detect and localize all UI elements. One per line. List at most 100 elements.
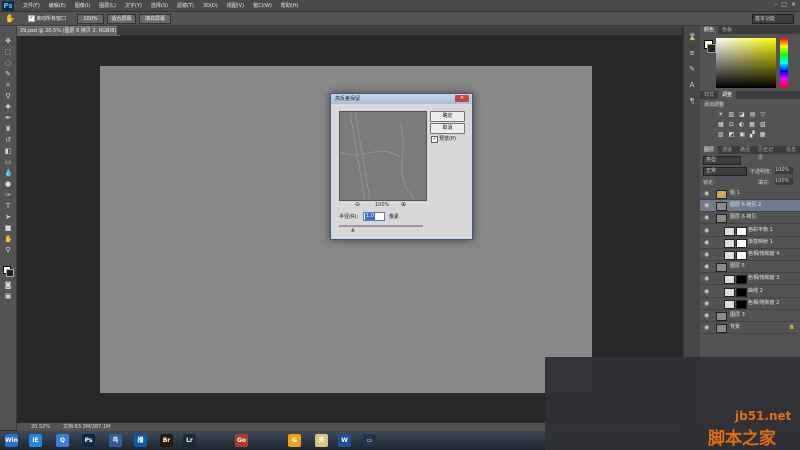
taskbar-app-icon[interactable]: 播 [134,434,147,447]
properties-panel-icon[interactable]: ≡ [688,50,696,57]
pen-tool-icon[interactable]: ✑ [4,192,12,199]
zoom-100-button[interactable]: 100% [77,14,104,24]
tab-info[interactable]: 信息 [782,146,800,154]
radius-slider-thumb[interactable]: ▲ [351,227,355,233]
quick-mask-icon[interactable]: ◙ [4,282,12,289]
adjustment-icons[interactable]: ☀▥◪▤▽ ▦⚖◐▩▧ ▨◩▣▞▦ [718,110,793,140]
layer-row[interactable]: ◉ 组 1 [700,188,800,200]
taskbar-app-icon[interactable]: IE [29,434,42,447]
visibility-eye-icon[interactable]: ◉ [704,200,709,211]
layer-row[interactable]: ◉ 图层 6 拷贝 [700,212,800,225]
visibility-eye-icon[interactable]: ◉ [704,273,709,284]
menu-view[interactable]: 视图(V) [227,2,244,9]
taskbar-app-icon[interactable]: Q [56,434,69,447]
move-tool-icon[interactable]: ✥ [4,38,12,45]
layer-row[interactable]: ◉ 色相/饱和度 3 [700,273,800,286]
visibility-eye-icon[interactable]: ◉ [704,188,709,199]
visibility-eye-icon[interactable]: ◉ [704,237,709,248]
layer-row[interactable]: ◉ 背景 🔒 [700,322,800,335]
workspace-select[interactable]: 基本功能 [752,14,794,24]
radius-input[interactable]: 1.0 [363,212,385,221]
tab-adjustments[interactable]: 调整 [718,91,737,99]
visibility-eye-icon[interactable]: ◉ [704,249,709,260]
menu-image[interactable]: 图像(I) [75,2,90,9]
zoom-out-icon[interactable]: ⊖ [355,201,360,208]
crop-tool-icon[interactable]: ⌗ [4,82,12,89]
path-select-tool-icon[interactable]: ➤ [4,214,12,221]
layer-kind-filter[interactable]: 类型 [703,156,741,165]
fill-screen-button[interactable]: 填充屏幕 [139,14,171,24]
minimize-icon[interactable]: – [774,1,777,8]
brush-panel-icon[interactable]: ✎ [688,66,696,73]
layer-row[interactable]: ◉ 色相/饱和度 2 [700,297,800,310]
taskbar-app-icon[interactable]: 鸟 [109,434,122,447]
taskbar-app-icon[interactable]: Br [160,434,173,447]
preview-checkbox[interactable]: ✓ [431,136,438,143]
color-field[interactable] [716,38,776,88]
tab-history[interactable]: 历史记录 [754,146,782,161]
menu-filter[interactable]: 滤镜(T) [177,2,194,9]
zoom-in-icon[interactable]: ⊕ [401,201,406,208]
blend-mode-select[interactable]: 正常 [703,167,747,176]
blur-tool-icon[interactable]: 💧 [4,170,13,177]
layer-row[interactable]: ◉ 曲线 2 [700,285,800,298]
taskbar-app-icon[interactable]: ▭ [363,434,376,447]
tab-swatches[interactable]: 色板 [718,26,736,34]
taskbar-app-icon[interactable]: G [288,434,301,447]
document-tab[interactable]: 29.psd @ 20.5% (图层 6 拷贝 2, RGB/8) * [17,26,120,43]
eyedropper-tool-icon[interactable]: ⚲ [4,93,12,100]
menu-layer[interactable]: 图层(L) [99,2,116,9]
maximize-icon[interactable]: □ [781,1,787,8]
history-brush-tool-icon[interactable]: ↺ [4,137,12,144]
tab-channels[interactable]: 通道 [718,146,736,154]
visibility-eye-icon[interactable]: ◉ [704,212,709,223]
eraser-tool-icon[interactable]: ◧ [4,148,12,155]
visibility-eye-icon[interactable]: ◉ [704,225,709,236]
layer-row[interactable]: ◉ 图层 3 [700,310,800,322]
brush-tool-icon[interactable]: ✒ [4,115,12,122]
healing-tool-icon[interactable]: ✚ [4,104,12,111]
text-tool-icon[interactable]: T [4,203,12,210]
tab-color[interactable]: 颜色 [700,26,719,34]
fit-screen-button[interactable]: 适合屏幕 [107,14,136,24]
fill-field[interactable]: 100% [775,178,793,185]
visibility-eye-icon[interactable]: ◉ [704,286,709,297]
visibility-eye-icon[interactable]: ◉ [704,310,709,321]
layer-row[interactable]: ◉ 图层 5 [700,261,800,274]
hue-slider[interactable] [780,38,788,88]
scroll-all-checkbox[interactable]: ✓ [28,15,35,22]
menu-file[interactable]: 文件(F) [23,2,40,9]
menu-type[interactable]: 文字(Y) [125,2,142,9]
menu-edit[interactable]: 编辑(E) [49,2,66,9]
ok-button[interactable]: 确定 [430,111,465,122]
menu-select[interactable]: 选择(S) [151,2,168,9]
taskbar-app-icon[interactable]: 夹 [315,434,328,447]
dialog-titlebar[interactable]: 高反差保留 ✕ [331,94,472,104]
taskbar-app-icon[interactable]: Win [5,434,18,447]
tab-paths[interactable]: 路径 [736,146,754,154]
shape-tool-icon[interactable]: ■ [4,225,12,232]
panel-background-swatch[interactable] [707,44,716,53]
history-panel-icon[interactable]: ⌛ [688,34,697,41]
visibility-eye-icon[interactable]: ◉ [704,322,709,333]
menu-3d[interactable]: 3D(D) [203,3,218,9]
quick-select-tool-icon[interactable]: ✎ [4,71,12,78]
zoom-level[interactable]: 20.52% [31,423,50,431]
tab-styles[interactable]: 样式 [700,91,718,99]
paragraph-panel-icon[interactable]: ¶ [688,98,696,105]
stamp-tool-icon[interactable]: ♜ [4,126,12,133]
screen-mode-icon[interactable]: ▣ [4,293,12,300]
opacity-field[interactable]: 100% [775,167,793,174]
tab-layers[interactable]: 图层 [700,146,718,154]
layer-row[interactable]: ◉ 图层 6 拷贝 2 [700,200,800,213]
filter-preview[interactable] [339,111,427,201]
menu-window[interactable]: 窗口(W) [253,2,272,9]
lasso-tool-icon[interactable]: ◌ [4,60,12,67]
zoom-tool-icon[interactable]: ⚲ [4,247,12,254]
dialog-close-button[interactable]: ✕ [455,95,469,102]
taskbar-app-icon[interactable]: Lr [183,434,196,447]
character-panel-icon[interactable]: A [688,82,696,89]
background-color-swatch[interactable] [6,269,14,277]
cancel-button[interactable]: 取消 [430,123,465,134]
hand-tool-icon[interactable]: ✋ [5,14,15,23]
